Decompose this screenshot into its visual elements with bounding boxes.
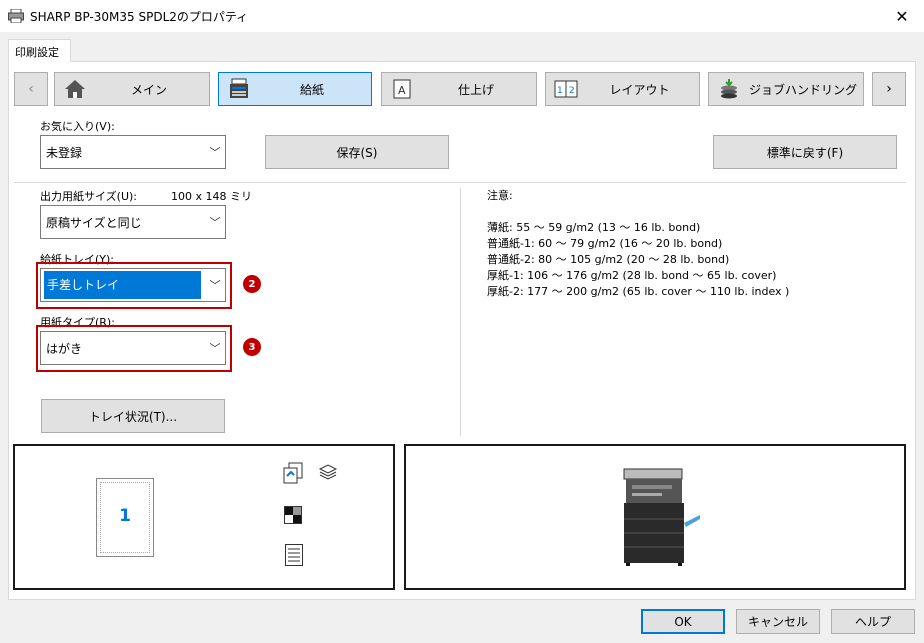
output-size-label: 出力用紙サイズ(U): xyxy=(40,190,138,203)
favorites-label: お気に入り(V): xyxy=(40,120,115,133)
svg-text:A: A xyxy=(398,84,406,97)
paper-stack-icon xyxy=(318,464,338,485)
copies-icon xyxy=(282,462,304,487)
printer-illustration-icon xyxy=(622,467,702,570)
page-number: 1 xyxy=(119,506,131,526)
tray-status-button[interactable]: トレイ状況(T)... xyxy=(41,399,225,433)
close-icon: ✕ xyxy=(895,6,909,26)
favorites-value: 未登録 xyxy=(46,145,83,160)
nav-paper-label: 給紙 xyxy=(299,82,324,97)
nav-finishing-label: 仕上げ xyxy=(457,82,494,97)
printer-paper-icon xyxy=(225,77,253,101)
section-divider xyxy=(14,182,906,183)
chevron-down-icon: ﹀ xyxy=(209,146,221,159)
nav-next-button[interactable]: › xyxy=(872,72,906,106)
notes-line-5: 厚紙-2: 177 ～ 200 g/m2 (65 lb. cover ～ 110… xyxy=(487,285,790,298)
reset-defaults-button[interactable]: 標準に戻す(F) xyxy=(713,135,897,169)
notes-line-3: 普通紙-2: 80 ～ 105 g/m2 (20 ～ 28 lb. bond) xyxy=(487,253,730,266)
nav-paper-button[interactable]: 給紙 xyxy=(218,72,372,106)
paper-tray-value: 手差しトレイ xyxy=(44,271,201,299)
chevron-down-icon: ﹀ xyxy=(209,342,221,355)
finishing-icon: A xyxy=(388,77,416,101)
notes-line-1: 薄紙: 55 ～ 59 g/m2 (13 ～ 16 lb. bond) xyxy=(487,221,701,234)
printer-icon xyxy=(8,8,24,24)
paper-type-value: はがき xyxy=(46,341,83,356)
favorites-select[interactable]: 未登録 ﹀ xyxy=(40,135,226,169)
nav-main-button[interactable]: メイン xyxy=(54,72,210,106)
window-title: SHARP BP-30M35 SPDL2のプロパティ xyxy=(30,10,249,24)
nav-job-handling-button[interactable]: ジョブハンドリング xyxy=(708,72,864,106)
cancel-button[interactable]: キャンセル xyxy=(736,609,820,634)
nav-main-label: メイン xyxy=(130,82,167,97)
paper-type-select[interactable]: はがき ﹀ xyxy=(40,331,226,365)
notes-line-2: 普通紙-1: 60 ～ 79 g/m2 (16 ～ 20 lb. bond) xyxy=(487,237,723,250)
chevron-left-icon: ‹ xyxy=(28,81,34,97)
notes-title: 注意: xyxy=(487,189,513,202)
svg-text:1: 1 xyxy=(557,86,563,96)
color-mode-icon xyxy=(284,506,302,527)
close-button[interactable]: ✕ xyxy=(880,0,924,32)
output-size-value: 原稿サイズと同じ xyxy=(46,215,142,230)
output-size-dimension: 100 x 148 ミリ xyxy=(171,190,252,203)
chevron-right-icon: › xyxy=(886,81,892,97)
nav-layout-button[interactable]: 12 レイアウト xyxy=(545,72,700,106)
layout-icon: 12 xyxy=(552,77,580,101)
nav-job-handling-label: ジョブハンドリング xyxy=(748,82,857,97)
home-icon xyxy=(61,77,89,101)
svg-text:2: 2 xyxy=(569,86,575,96)
nav-finishing-button[interactable]: A 仕上げ xyxy=(381,72,537,106)
tab-print-settings[interactable]: 印刷設定 xyxy=(8,39,71,62)
help-button[interactable]: ヘルプ xyxy=(831,609,915,634)
step-badge-2: 2 xyxy=(243,275,261,293)
chevron-down-icon: ﹀ xyxy=(209,216,221,229)
nav-layout-label: レイアウト xyxy=(609,82,670,97)
job-handling-icon xyxy=(715,77,743,101)
nav-prev-button[interactable]: ‹ xyxy=(14,72,48,106)
document-icon xyxy=(285,544,303,569)
chevron-down-icon: ﹀ xyxy=(209,279,221,292)
notes-line-4: 厚紙-1: 106 ～ 176 g/m2 (28 lb. bond ～ 65 l… xyxy=(487,269,777,282)
page-preview-sheet: 1 xyxy=(96,478,154,557)
save-button[interactable]: 保存(S) xyxy=(265,135,449,169)
vertical-divider xyxy=(460,188,461,436)
ok-button[interactable]: OK xyxy=(641,609,725,634)
paper-tray-select[interactable]: 手差しトレイ ﹀ xyxy=(40,268,226,302)
step-badge-3: 3 xyxy=(243,338,261,356)
output-size-select[interactable]: 原稿サイズと同じ ﹀ xyxy=(40,205,226,239)
